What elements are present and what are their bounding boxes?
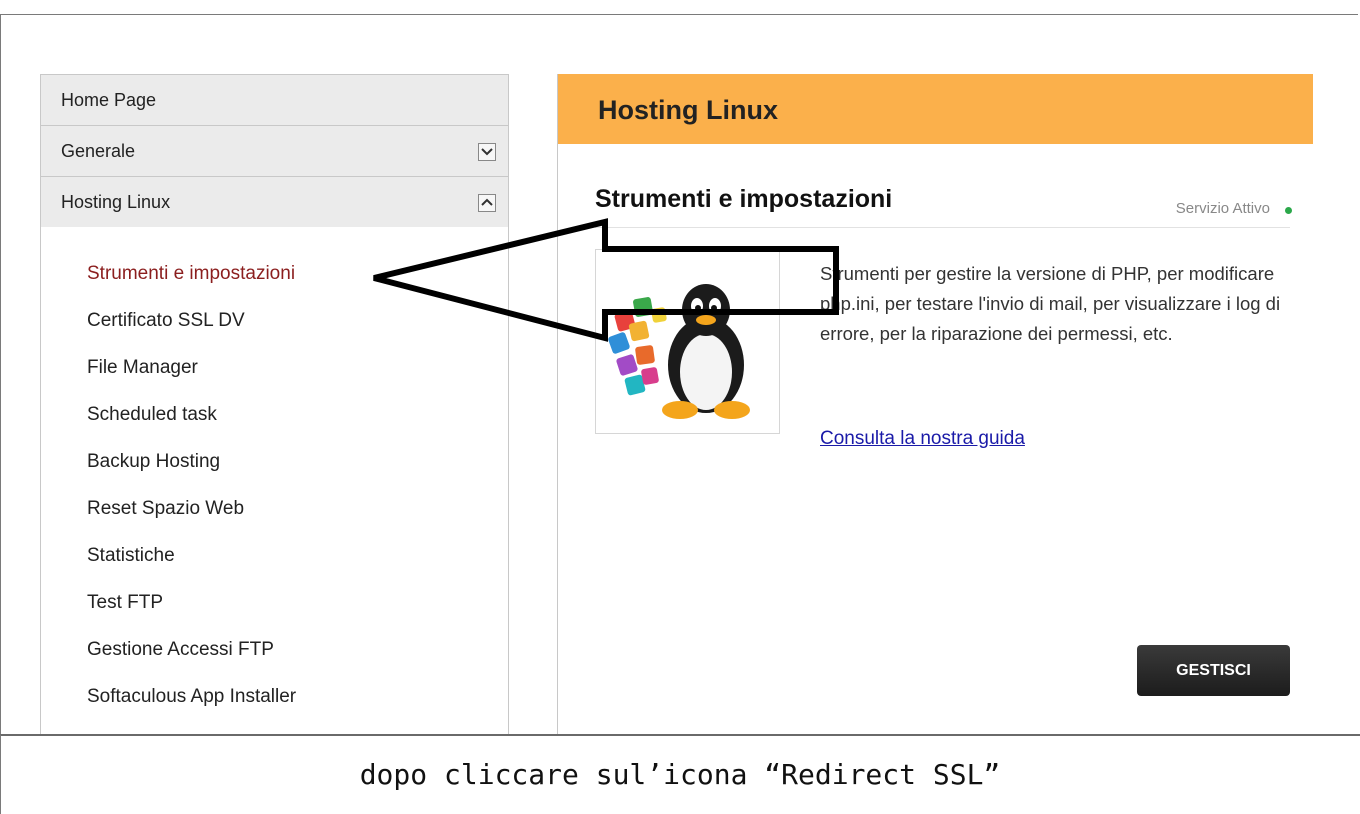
guide-link[interactable]: Consulta la nostra guida: [820, 428, 1025, 450]
menu-item-test-ftp[interactable]: Test FTP: [87, 592, 163, 614]
nav-generale-label: Generale: [61, 141, 136, 161]
section-divider: [595, 227, 1290, 228]
linux-penguin-icon: [595, 249, 780, 434]
sidebar: Home Page Generale Hosting Linux Strumen…: [40, 74, 509, 734]
menu-item-statistiche[interactable]: Statistiche: [87, 545, 175, 567]
menu-item-softaculous[interactable]: Softaculous App Installer: [87, 686, 296, 708]
section-description: Strumenti per gestire la versione di PHP…: [820, 263, 1281, 344]
main-panel: Hosting Linux Strumenti e impostazioni S…: [557, 74, 1313, 734]
nav-generale[interactable]: Generale: [41, 125, 508, 176]
section-title: Strumenti e impostazioni: [595, 185, 893, 213]
menu-item-reset-spazio-web[interactable]: Reset Spazio Web: [87, 498, 244, 520]
caption-text: dopo cliccare sul’icona “Redirect SSL”: [359, 758, 1001, 791]
menu-item-file-manager[interactable]: File Manager: [87, 357, 198, 379]
menu-item-scheduled-task[interactable]: Scheduled task: [87, 404, 217, 426]
panel-title: Hosting Linux: [598, 95, 778, 125]
menu-item-backup-hosting[interactable]: Backup Hosting: [87, 451, 220, 473]
nav-hosting-linux[interactable]: Hosting Linux: [41, 176, 508, 227]
nav-hosting-linux-label: Hosting Linux: [61, 192, 171, 212]
chevron-up-icon[interactable]: [478, 194, 496, 212]
nav-home-page[interactable]: Home Page: [41, 74, 508, 125]
menu-item-certificato-ssl[interactable]: Certificato SSL DV: [87, 310, 245, 332]
chevron-down-icon[interactable]: [478, 143, 496, 161]
nav-home-page-label: Home Page: [61, 90, 157, 110]
status-dot-icon: [1285, 207, 1292, 214]
menu-item-gestione-accessi-ftp[interactable]: Gestione Accessi FTP: [87, 639, 274, 661]
panel-header: Hosting Linux: [558, 74, 1313, 144]
menu-item-strumenti[interactable]: Strumenti e impostazioni: [87, 263, 295, 285]
manage-button[interactable]: GESTISCI: [1137, 645, 1290, 696]
status-text: Servizio Attivo: [1175, 200, 1270, 217]
